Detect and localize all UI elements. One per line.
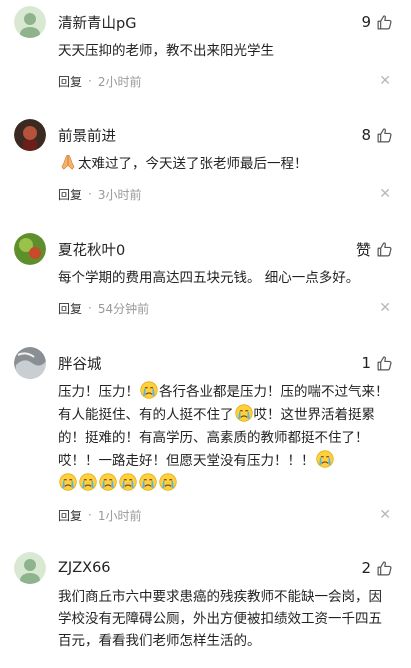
avatar[interactable]	[14, 6, 46, 38]
like-button[interactable]: 1	[361, 354, 393, 372]
username[interactable]: ZJZX66	[58, 560, 111, 576]
like-count: 2	[361, 559, 371, 577]
username[interactable]: 夏花秋叶0	[58, 239, 125, 260]
comment-item: ZJZX66 2 我们商丘市六中要求患癌的残疾教师不能缺一会岗，因学校没有无障碍…	[0, 552, 411, 652]
like-button[interactable]: 9	[361, 13, 393, 31]
thumbs-up-icon	[376, 241, 393, 258]
timestamp: 2小时前	[97, 74, 142, 89]
comment-item: 前景前进 8 太难过了，今天送了张老师最后一程！ 回复 · 3小时前 ✕	[0, 119, 411, 205]
like-button[interactable]: 2	[361, 559, 393, 577]
like-count: 8	[361, 126, 371, 144]
username[interactable]: 前景前进	[58, 125, 116, 146]
comment-text-part: 压力！压力！	[58, 384, 139, 400]
crying-emoji	[99, 473, 117, 491]
avatar[interactable]	[14, 347, 46, 379]
separator: ·	[88, 301, 92, 315]
comment-item: 胖谷城 1 压力！压力！ 各行各业都是压力！压的喘不过气来！有人能挺住、有的人挺不…	[0, 347, 411, 526]
avatar[interactable]	[14, 552, 46, 584]
avatar[interactable]	[14, 233, 46, 265]
crying-emoji	[159, 473, 177, 491]
separator: ·	[88, 187, 92, 201]
separator: ·	[88, 74, 92, 88]
timestamp: 1小时前	[97, 508, 142, 523]
like-button[interactable]: 赞	[356, 239, 393, 260]
crying-emoji	[316, 450, 334, 468]
username[interactable]: 胖谷城	[58, 353, 102, 374]
close-icon[interactable]: ✕	[379, 186, 391, 202]
thumbs-up-icon	[376, 560, 393, 577]
separator: ·	[88, 508, 92, 522]
crying-emoji	[140, 381, 158, 399]
like-count: 赞	[355, 240, 371, 259]
crying-emoji	[119, 473, 137, 491]
comment-text: 压力！压力！ 各行各业都是压力！压的喘不过气来！有人能挺住、有的人挺不住了 哎！这世…	[58, 381, 393, 496]
comment-text: 每个学期的费用高达四五块元钱。 细心一点多好。	[58, 270, 360, 286]
pray-emoji	[59, 153, 77, 171]
thumbs-up-icon	[376, 355, 393, 372]
crying-emoji	[139, 473, 157, 491]
reply-button[interactable]: 回复	[58, 186, 82, 203]
comment-item: 清新青山pG 9 天天压抑的老师，教不出来阳光学生 回复 · 2小时前 ✕	[0, 0, 411, 92]
like-button[interactable]: 8	[361, 126, 393, 144]
close-icon[interactable]: ✕	[379, 73, 391, 89]
timestamp: 54分钟前	[97, 301, 150, 316]
timestamp: 3小时前	[97, 187, 142, 202]
thumbs-up-icon	[376, 127, 393, 144]
username[interactable]: 清新青山pG	[58, 12, 136, 33]
reply-button[interactable]: 回复	[58, 507, 82, 524]
crying-emoji	[235, 404, 253, 422]
like-count: 9	[361, 13, 371, 31]
crying-emoji	[79, 473, 97, 491]
avatar[interactable]	[14, 119, 46, 151]
comment-text: 太难过了，今天送了张老师最后一程！	[58, 153, 393, 175]
comment-text: 天天压抑的老师，教不出来阳光学生	[58, 43, 274, 59]
like-count: 1	[361, 354, 371, 372]
close-icon[interactable]: ✕	[379, 507, 391, 523]
thumbs-up-icon	[376, 14, 393, 31]
close-icon[interactable]: ✕	[379, 300, 391, 316]
reply-button[interactable]: 回复	[58, 73, 82, 90]
comment-text: 我们商丘市六中要求患癌的残疾教师不能缺一会岗，因学校没有无障碍公厕，外出方便被扣…	[58, 589, 382, 649]
crying-emoji	[59, 473, 77, 491]
reply-button[interactable]: 回复	[58, 300, 82, 317]
comment-item: 夏花秋叶0 赞 每个学期的费用高达四五块元钱。 细心一点多好。 回复 · 54分…	[0, 233, 411, 319]
comment-text-content: 太难过了，今天送了张老师最后一程！	[78, 156, 308, 172]
